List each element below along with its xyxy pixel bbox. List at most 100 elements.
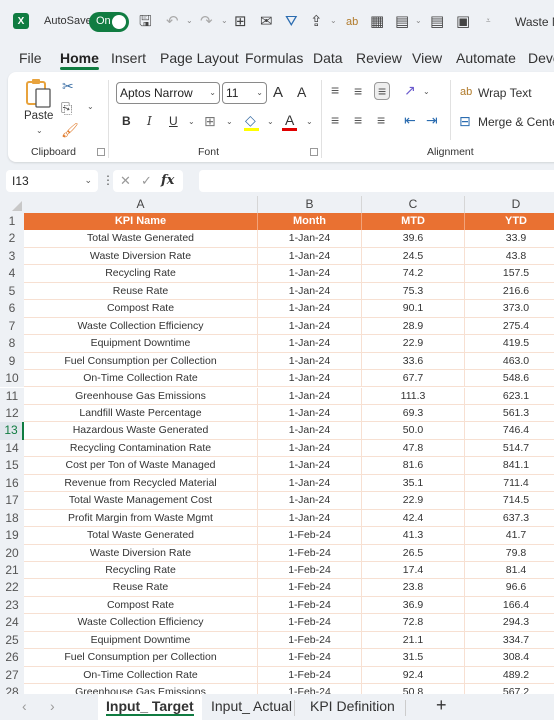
month-cell[interactable]: 1-Feb-24 bbox=[258, 562, 362, 580]
tab-developer[interactable]: Deve bbox=[528, 50, 554, 66]
month-cell[interactable]: 1-Feb-24 bbox=[258, 684, 362, 694]
mtd-cell[interactable]: 39.6 bbox=[362, 230, 465, 248]
ytd-cell[interactable]: 489.2 bbox=[465, 667, 554, 685]
month-cell[interactable]: 1-Jan-24 bbox=[258, 439, 362, 458]
mtd-cell[interactable]: 50.0 bbox=[362, 422, 465, 440]
paste-button[interactable]: Paste bbox=[24, 110, 53, 122]
kpi-name-cell[interactable]: Waste Diversion Rate bbox=[24, 544, 258, 562]
mtd-cell[interactable]: 75.3 bbox=[362, 282, 465, 301]
ytd-cell[interactable]: 548.6 bbox=[465, 370, 554, 388]
redo-icon[interactable]: ↷ bbox=[200, 13, 213, 31]
spelling-icon[interactable]: ab bbox=[346, 13, 358, 31]
row-header[interactable]: 26 bbox=[0, 649, 24, 667]
tab-insert[interactable]: Insert bbox=[111, 50, 146, 66]
month-cell[interactable]: 1-Feb-24 bbox=[258, 631, 362, 650]
mtd-cell[interactable]: 33.6 bbox=[362, 352, 465, 371]
row-header[interactable]: 14 bbox=[0, 439, 24, 458]
autosave-toggle[interactable]: On bbox=[89, 12, 129, 32]
column-header-b[interactable]: B bbox=[258, 196, 362, 213]
formula-input[interactable] bbox=[199, 170, 554, 192]
borders-icon[interactable]: ⊞ bbox=[204, 113, 216, 129]
month-cell[interactable]: 1-Feb-24 bbox=[258, 596, 362, 615]
month-cell[interactable]: 1-Jan-24 bbox=[258, 300, 362, 318]
undo-chevron-icon[interactable]: ⌄ bbox=[186, 16, 193, 25]
decrease-indent-icon[interactable]: ⇤ bbox=[404, 112, 416, 128]
row-header[interactable]: 24 bbox=[0, 614, 24, 632]
paste-icon[interactable] bbox=[26, 78, 52, 108]
add-sheet-button[interactable]: + bbox=[436, 695, 447, 716]
month-cell[interactable]: 1-Feb-24 bbox=[258, 666, 362, 685]
month-cell[interactable]: 1-Feb-24 bbox=[258, 614, 362, 632]
kpi-name-cell[interactable]: Recycling Contamination Rate bbox=[24, 439, 258, 458]
month-cell[interactable]: 1-Feb-24 bbox=[258, 649, 362, 667]
ytd-cell[interactable]: 463.0 bbox=[465, 353, 554, 371]
name-box[interactable]: I13 ⌄ bbox=[6, 170, 98, 192]
enter-icon[interactable]: ✓ bbox=[141, 173, 152, 189]
kpi-name-cell[interactable]: Compost Rate bbox=[24, 596, 258, 615]
month-cell[interactable]: 1-Jan-24 bbox=[258, 509, 362, 528]
wrap-text-button[interactable]: Wrap Text bbox=[478, 86, 532, 100]
row-header[interactable]: 25 bbox=[0, 631, 24, 650]
mtd-cell[interactable]: 28.9 bbox=[362, 317, 465, 336]
tab-view[interactable]: View bbox=[412, 50, 442, 66]
mtd-cell[interactable]: 69.3 bbox=[362, 404, 465, 423]
row-header[interactable]: 9 bbox=[0, 352, 24, 371]
month-cell[interactable]: 1-Jan-24 bbox=[258, 352, 362, 371]
tab-data[interactable]: Data bbox=[313, 50, 343, 66]
calculator-icon[interactable]: ▤ bbox=[430, 13, 444, 31]
month-cell[interactable]: 1-Jan-24 bbox=[258, 492, 362, 510]
row-header[interactable]: 3 bbox=[0, 247, 24, 266]
month-cell[interactable]: 1-Jan-24 bbox=[258, 335, 362, 353]
fill-color-icon[interactable]: ◇ bbox=[245, 112, 256, 128]
row-header[interactable]: 18 bbox=[0, 509, 24, 528]
align-left-icon[interactable]: ≡ bbox=[331, 112, 339, 128]
kpi-name-cell[interactable]: Hazardous Waste Generated bbox=[24, 422, 258, 440]
select-all-button[interactable] bbox=[0, 196, 24, 213]
mtd-cell[interactable]: 42.4 bbox=[362, 509, 465, 528]
align-bottom-icon[interactable]: ≡ bbox=[374, 82, 391, 100]
mtd-cell[interactable]: 72.8 bbox=[362, 614, 465, 632]
paste-chevron-icon[interactable]: ⌄ bbox=[36, 126, 43, 135]
tab-page-layout[interactable]: Page Layout bbox=[160, 50, 239, 66]
mtd-cell[interactable]: 36.9 bbox=[362, 596, 465, 615]
row-header[interactable]: 17 bbox=[0, 492, 24, 510]
clipboard-launcher-icon[interactable] bbox=[97, 148, 105, 156]
row-header[interactable]: 10 bbox=[0, 370, 24, 388]
kpi-name-cell[interactable]: Reuse Rate bbox=[24, 282, 258, 301]
fill-color-chevron-icon[interactable]: ⌄ bbox=[267, 117, 274, 126]
mtd-cell[interactable]: 23.8 bbox=[362, 579, 465, 597]
header-cell[interactable]: MTD bbox=[362, 213, 465, 231]
kpi-name-cell[interactable]: Greenhouse Gas Emissions bbox=[24, 684, 258, 694]
copy-chevron-icon[interactable]: ⌄ bbox=[87, 102, 94, 111]
sheet-tab-kpi-definition[interactable]: KPI Definition bbox=[310, 694, 395, 720]
row-header[interactable]: 21 bbox=[0, 562, 24, 580]
borders-icon[interactable]: ⊞ bbox=[234, 13, 247, 31]
merge-center-button[interactable]: Merge & Center bbox=[478, 115, 554, 129]
mtd-cell[interactable]: 24.5 bbox=[362, 247, 465, 266]
month-cell[interactable]: 1-Jan-24 bbox=[258, 265, 362, 283]
tab-review[interactable]: Review bbox=[356, 50, 402, 66]
row-header[interactable]: 19 bbox=[0, 527, 24, 545]
save-sync-icon[interactable]: 🖫 bbox=[139, 13, 152, 31]
font-color-chevron-icon[interactable]: ⌄ bbox=[306, 117, 313, 126]
month-cell[interactable]: 1-Feb-24 bbox=[258, 579, 362, 597]
scroll-tabs-right-icon[interactable]: › bbox=[50, 698, 55, 714]
row-header[interactable]: 22 bbox=[0, 579, 24, 597]
ytd-cell[interactable]: 841.1 bbox=[465, 457, 554, 475]
ytd-cell[interactable]: 157.5 bbox=[465, 265, 554, 283]
ytd-cell[interactable]: 41.7 bbox=[465, 527, 554, 545]
kpi-name-cell[interactable]: Total Waste Management Cost bbox=[24, 492, 258, 510]
kpi-name-cell[interactable]: Total Waste Generated bbox=[24, 527, 258, 545]
form-icon[interactable]: ▣ bbox=[456, 13, 470, 31]
tab-formulas[interactable]: Formulas bbox=[245, 50, 303, 66]
kpi-name-cell[interactable]: Profit Margin from Waste Mgmt bbox=[24, 509, 258, 528]
kpi-name-cell[interactable]: Equipment Downtime bbox=[24, 335, 258, 353]
kpi-name-cell[interactable]: Reuse Rate bbox=[24, 579, 258, 597]
mtd-cell[interactable]: 22.9 bbox=[362, 335, 465, 353]
mtd-cell[interactable]: 90.1 bbox=[362, 300, 465, 318]
copy-icon[interactable]: ⎘ bbox=[61, 100, 72, 116]
kpi-name-cell[interactable]: Landfill Waste Percentage bbox=[24, 404, 258, 423]
kpi-name-cell[interactable]: Waste Collection Efficiency bbox=[24, 317, 258, 336]
ytd-cell[interactable]: 275.4 bbox=[465, 318, 554, 336]
mtd-cell[interactable]: 35.1 bbox=[362, 474, 465, 493]
